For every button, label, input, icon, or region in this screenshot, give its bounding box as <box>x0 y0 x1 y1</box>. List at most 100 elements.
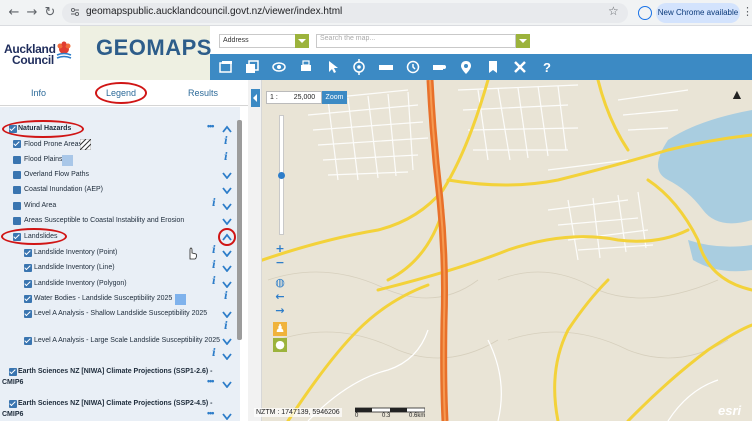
search-dropdown-button[interactable] <box>516 34 530 48</box>
bookmark-star-icon[interactable]: ☆ <box>608 4 619 18</box>
street-view-icon[interactable] <box>431 59 447 75</box>
scale-prefix: 1 : <box>270 94 278 101</box>
coastal-inundation-checkbox[interactable] <box>13 186 21 194</box>
layers-icon[interactable] <box>218 59 234 75</box>
zoom-in-icon[interactable]: + <box>273 242 287 256</box>
coordinates-readout: NZTM : 1747139, 5946206 <box>254 408 342 417</box>
bookmark-icon[interactable] <box>485 59 501 75</box>
tab-info[interactable]: Info <box>31 88 46 98</box>
zoom-button[interactable]: Zoom <box>322 91 347 104</box>
large-landslide-checkbox[interactable] <box>24 337 32 345</box>
landslides-highlight <box>1 228 67 245</box>
landslides-collapse-highlight <box>218 228 236 246</box>
legend-tab-highlight <box>95 82 147 104</box>
landslide-point-info-icon[interactable]: i <box>212 245 216 256</box>
landslide-line-checkbox[interactable] <box>24 264 32 272</box>
natural-hazards-collapse-icon[interactable] <box>222 125 232 133</box>
wind-area-info-icon[interactable]: i <box>212 198 216 209</box>
url-text[interactable]: geomapspublic.aucklandcouncil.govt.nz/vi… <box>86 6 342 17</box>
map-search-input[interactable]: Search the map... <box>316 34 516 48</box>
coastal-erosion-checkbox[interactable] <box>13 217 21 225</box>
landslide-polygon-checkbox[interactable] <box>24 280 32 288</box>
panel-collapse-strip <box>248 80 262 421</box>
shallow-landslide-expand-icon[interactable] <box>222 310 232 318</box>
wind-area-expand-icon[interactable] <box>222 202 232 210</box>
place-marker-icon[interactable] <box>458 59 474 75</box>
site-info-icon[interactable] <box>70 7 80 17</box>
overland-flow-expand-icon[interactable] <box>222 171 232 179</box>
tools-icon[interactable] <box>512 59 528 75</box>
shallow-landslide-label: Level A Analysis - Shallow Landslide Sus… <box>34 310 208 317</box>
browser-menu-icon[interactable]: ⋮ <box>742 5 752 18</box>
chrome-update-button[interactable]: New Chrome available <box>656 3 740 23</box>
view-icon[interactable] <box>271 59 287 75</box>
water-bodies-checkbox[interactable] <box>24 295 32 303</box>
next-extent-icon[interactable]: → <box>273 304 287 318</box>
scale-label-2: 0.6km <box>409 413 426 419</box>
overland-flow-checkbox[interactable] <box>13 171 21 179</box>
collapse-panel-button[interactable] <box>251 89 260 107</box>
climate-ssp245-options-icon[interactable]: ••• <box>207 408 215 418</box>
climate-ssp126-options-icon[interactable]: ••• <box>207 376 215 386</box>
history-icon[interactable] <box>405 59 421 75</box>
flood-prone-info-icon[interactable]: i <box>224 136 228 147</box>
globe-icon[interactable]: ◍ <box>273 276 287 290</box>
coastal-erosion-label: Areas Susceptible to Coastal Instability… <box>24 217 185 224</box>
street-view-pegman-icon[interactable]: ♟ <box>273 322 287 336</box>
flood-plains-label: Flood Plains <box>24 156 63 163</box>
landslide-point-checkbox[interactable] <box>24 249 32 257</box>
esri-attribution: esri <box>718 403 742 418</box>
back-icon[interactable]: ← <box>6 5 22 21</box>
shallow-landslide-info-icon[interactable]: i <box>224 321 228 332</box>
landslide-polygon-info-icon[interactable]: i <box>212 276 216 287</box>
basemap-icon[interactable] <box>244 59 260 75</box>
landslide-line-info-icon[interactable]: i <box>212 260 216 271</box>
landslide-polygon-expand-icon[interactable] <box>222 280 232 288</box>
wind-area-label: Wind Area <box>24 202 57 209</box>
climate-ssp245-checkbox[interactable] <box>9 400 17 408</box>
location-icon[interactable]: ● <box>273 338 287 352</box>
climate-ssp245-expand-icon[interactable] <box>222 412 232 420</box>
map-canvas[interactable] <box>248 80 752 421</box>
coastal-inundation-expand-icon[interactable] <box>222 186 232 194</box>
legend-scrollbar[interactable] <box>237 120 242 340</box>
profile-icon[interactable] <box>638 6 652 20</box>
pointer-icon[interactable] <box>325 59 341 75</box>
large-landslide-more-icon[interactable] <box>222 352 232 360</box>
flood-prone-swatch <box>80 139 91 150</box>
large-landslide-expand-icon[interactable] <box>222 337 232 345</box>
climate-ssp126-expand-icon[interactable] <box>222 380 232 388</box>
locate-icon[interactable] <box>351 59 367 75</box>
shallow-landslide-checkbox[interactable] <box>24 310 32 318</box>
reload-icon[interactable]: ↻ <box>42 5 58 21</box>
measure-icon[interactable] <box>378 59 394 75</box>
svg-text:?: ? <box>543 60 551 75</box>
flood-plains-info-icon[interactable]: i <box>224 152 228 163</box>
zoom-out-icon[interactable]: − <box>273 256 287 270</box>
previous-extent-icon[interactable]: ← <box>273 290 287 304</box>
flood-prone-label: Flood Prone Areas <box>24 141 82 148</box>
forward-icon[interactable]: → <box>24 5 40 21</box>
scale-label-0: 0 <box>355 413 359 419</box>
flood-plains-checkbox[interactable] <box>13 156 21 164</box>
address-dropdown-button[interactable] <box>295 34 309 48</box>
help-icon[interactable]: ? <box>539 59 555 75</box>
water-bodies-info-icon[interactable]: i <box>224 291 228 302</box>
wind-area-checkbox[interactable] <box>13 202 21 210</box>
natural-hazards-highlight <box>2 120 84 138</box>
flood-prone-checkbox[interactable] <box>13 140 21 148</box>
scale-label-1: 0.3 <box>382 413 391 419</box>
large-landslide-info-icon[interactable]: i <box>212 348 216 359</box>
scale-input[interactable]: 1 : 25,000 <box>266 91 322 104</box>
tab-results[interactable]: Results <box>188 88 218 98</box>
logo-line2: Council <box>12 53 54 67</box>
climate-ssp126-label-cont: CMIP6 <box>2 379 24 386</box>
print-icon[interactable] <box>298 59 314 75</box>
coastal-erosion-expand-icon[interactable] <box>222 217 232 225</box>
hand-cursor-icon <box>189 247 197 260</box>
zoom-slider-thumb[interactable] <box>278 172 285 179</box>
climate-ssp126-checkbox[interactable] <box>9 368 17 376</box>
landslide-point-expand-icon[interactable] <box>222 249 232 257</box>
natural-hazards-options-icon[interactable]: ••• <box>207 121 215 131</box>
landslide-line-expand-icon[interactable] <box>222 264 232 272</box>
